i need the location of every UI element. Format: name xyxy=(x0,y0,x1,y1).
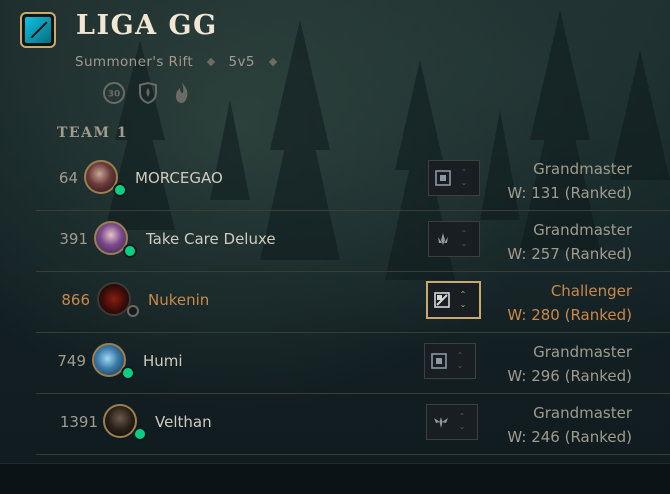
player-name[interactable]: Nukenin xyxy=(148,291,209,309)
square-rune-icon xyxy=(425,344,453,378)
player-name[interactable]: Velthan xyxy=(155,413,212,431)
player-rank-info: Grandmaster W: 131 (Ranked) xyxy=(507,157,632,205)
map-name: Summoner's Rift xyxy=(75,54,194,70)
rune-selector[interactable]: ⌃ ⌄ xyxy=(426,281,481,319)
chevron-updown-icon: ⌃ ⌄ xyxy=(459,290,467,309)
player-row[interactable]: 64 MORCEGAO ⌃ ⌄ Grandmaster W: 131 (Ranke… xyxy=(36,150,670,211)
lobby-options: 30 xyxy=(101,80,195,106)
team-label: TEAM 1 xyxy=(57,125,129,141)
player-rank: Grandmaster xyxy=(533,343,632,361)
game-mode: 5v5 xyxy=(228,54,255,70)
player-wins: W: 280 (Ranked) xyxy=(507,306,632,324)
online-status-dot xyxy=(123,244,137,258)
lobby-logo-icon xyxy=(20,12,56,48)
player-rank: Grandmaster xyxy=(533,404,632,422)
square-rune-icon xyxy=(429,161,457,195)
player-level: 866 xyxy=(61,291,90,309)
player-rank-info: Grandmaster W: 257 (Ranked) xyxy=(507,218,632,266)
online-status-dot xyxy=(121,366,135,380)
rune-selector[interactable]: ⌃ ⌄ xyxy=(426,404,478,440)
player-rank: Grandmaster xyxy=(533,160,632,178)
player-avatar[interactable] xyxy=(97,282,131,316)
rune-selector[interactable]: ⌃ ⌄ xyxy=(424,343,476,379)
chevron-updown-icon: ⌃ ⌄ xyxy=(460,168,468,187)
lobby-title: LIGA GG xyxy=(76,10,218,41)
player-wins: W: 246 (Ranked) xyxy=(507,428,632,446)
player-level: 1391 xyxy=(59,413,98,431)
player-rank: Grandmaster xyxy=(533,221,632,239)
player-rank-info: Challenger W: 280 (Ranked) xyxy=(507,279,632,327)
flame-icon[interactable] xyxy=(169,80,195,106)
team-roster: 64 MORCEGAO ⌃ ⌄ Grandmaster W: 131 (Ranke… xyxy=(36,150,670,455)
player-rank-info: Grandmaster W: 296 (Ranked) xyxy=(507,340,632,388)
wings-rune-icon xyxy=(427,405,455,439)
slash-square-rune-icon xyxy=(428,283,456,317)
separator-diamond-icon xyxy=(206,57,216,67)
player-level: 64 xyxy=(58,169,78,187)
offline-status-dot xyxy=(127,305,139,317)
svg-text:30: 30 xyxy=(108,90,121,100)
leaf-rune-icon xyxy=(429,222,457,256)
player-rank-info: Grandmaster W: 246 (Ranked) xyxy=(507,401,632,449)
player-avatar[interactable] xyxy=(103,404,137,438)
player-name[interactable]: MORCEGAO xyxy=(135,169,223,187)
rune-selector[interactable]: ⌃ ⌄ xyxy=(428,160,480,196)
player-wins: W: 131 (Ranked) xyxy=(507,184,632,202)
online-status-dot xyxy=(113,183,127,197)
player-rank: Challenger xyxy=(550,282,632,300)
player-row[interactable]: 749 Humi ⌃ ⌄ Grandmaster W: 296 (Ranked) xyxy=(36,333,670,394)
player-wins: W: 257 (Ranked) xyxy=(507,245,632,263)
lobby-subtitle: Summoner's Rift 5v5 xyxy=(75,54,286,70)
timer-30-icon[interactable]: 30 xyxy=(101,80,127,106)
rune-selector[interactable]: ⌃ ⌄ xyxy=(428,221,480,257)
lobby-header: LIGA GG Summoner's Rift 5v5 30 xyxy=(0,0,670,120)
chevron-updown-icon: ⌃ ⌄ xyxy=(460,229,468,248)
player-row[interactable]: 1391 Velthan ⌃ ⌄ Grandmaster W: 246 (Rank… xyxy=(36,394,670,455)
player-wins: W: 296 (Ranked) xyxy=(507,367,632,385)
footer-bar xyxy=(0,463,670,494)
separator-diamond-icon xyxy=(268,57,277,67)
player-name[interactable]: Take Care Deluxe xyxy=(146,230,276,248)
chevron-updown-icon: ⌃ ⌄ xyxy=(456,351,464,370)
player-row[interactable]: 391 Take Care Deluxe ⌃ ⌄ Grandmaster W: 2… xyxy=(36,211,670,272)
chevron-updown-icon: ⌃ ⌄ xyxy=(458,412,466,431)
online-status-dot xyxy=(133,427,147,441)
player-level: 749 xyxy=(57,352,86,370)
player-row[interactable]: 866 Nukenin ⌃ ⌄ Challenger W: 280 (Ranked… xyxy=(36,272,670,333)
shield-flame-icon[interactable] xyxy=(135,80,161,106)
player-name[interactable]: Humi xyxy=(143,352,183,370)
player-level: 391 xyxy=(59,230,88,248)
